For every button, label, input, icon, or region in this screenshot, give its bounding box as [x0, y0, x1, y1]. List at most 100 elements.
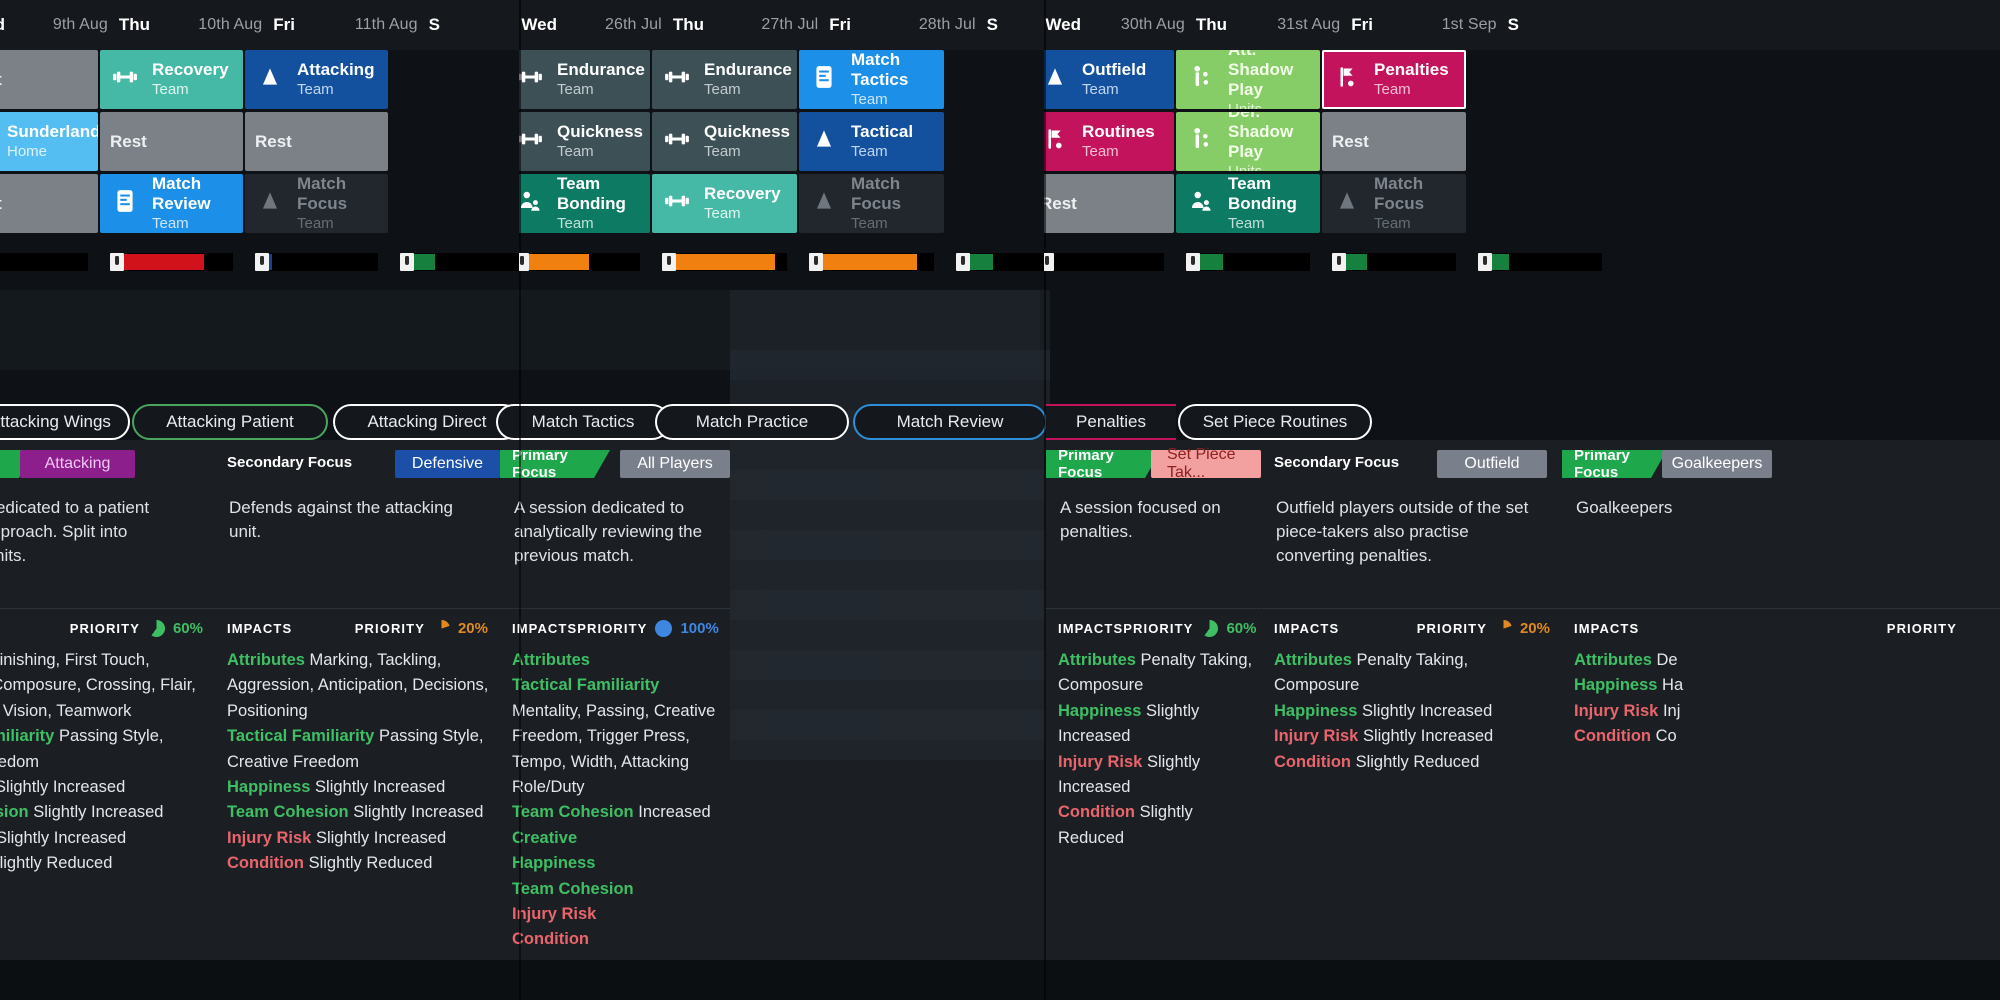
session-tile[interactable]: Attacking Team [245, 50, 388, 109]
session-tile[interactable]: Def. Shadow PlayUnits [1176, 112, 1320, 171]
cone-icon [816, 192, 832, 209]
session-tile[interactable]: Recovery Team [652, 174, 797, 233]
session-title: Rest [1044, 193, 1077, 213]
intensity-knob[interactable] [1186, 253, 1200, 271]
session-tile[interactable]: Match Focus Team [799, 174, 944, 233]
impact-key: Tactical Familiarity [227, 727, 375, 746]
session-tile[interactable]: Routines Team [1044, 112, 1174, 171]
session-tile[interactable]: Tactical Team [799, 112, 944, 171]
session-tab-match-tactics[interactable]: Match Tactics [496, 404, 670, 440]
intensity-knob[interactable] [809, 253, 823, 271]
intensity-slider[interactable] [400, 253, 520, 271]
intensity-slider[interactable] [0, 253, 88, 271]
session-tile[interactable]: Match Review Team [100, 174, 243, 233]
session-tab-match-review[interactable]: Match Review [853, 404, 1047, 440]
intensity-slider[interactable] [662, 253, 787, 271]
session-tile[interactable]: Match Focus Team [1322, 174, 1466, 233]
session-title: Penalties [1374, 59, 1449, 79]
impact-line: Injury Risk Inj [1574, 699, 1994, 724]
session-tile[interactable]: Rest [1044, 174, 1174, 233]
session-tile[interactable]: Match Tactics Team [799, 50, 944, 109]
intensity-fill [1199, 254, 1223, 270]
priority-label: PRIORITY [1416, 621, 1487, 636]
session-tile[interactable]: Outfield Team [1044, 50, 1174, 109]
impact-line: Team Cohesion [512, 877, 722, 902]
card-description: Goalkeepers [1576, 498, 1673, 517]
intensity-slider[interactable] [255, 253, 378, 271]
session-tile[interactable]: Rest [1322, 112, 1466, 171]
priority-pie-icon [1201, 620, 1219, 637]
intensity-knob[interactable] [1044, 253, 1054, 271]
impact-key: Condition [1274, 752, 1351, 771]
session-title: Match Focus [851, 174, 902, 213]
intensity-slider[interactable] [110, 253, 233, 271]
intensity-slider[interactable] [1044, 253, 1164, 271]
priority-pie-icon [432, 620, 450, 637]
session-tile[interactable]: Endurance Team [519, 50, 650, 109]
session-tile[interactable]: Rest [0, 174, 98, 233]
session-scope: Units [1228, 100, 1310, 109]
session-tile[interactable]: Quickness Team [652, 112, 797, 171]
intensity-slider[interactable] [1186, 253, 1310, 271]
focus-chip[interactable]: Defensive [395, 450, 500, 478]
session-tile[interactable]: Team Bonding Team [1176, 174, 1320, 233]
session-tile[interactable]: Rest [100, 112, 243, 171]
session-tab-attacking-direct[interactable]: Attacking Direct [333, 404, 521, 440]
date-header-cell: 9th Aug Thu [5, 0, 150, 50]
session-tab-attacking-patient[interactable]: Attacking Patient [132, 404, 328, 440]
focus-chip[interactable]: All Players [620, 450, 730, 478]
session-title: Endurance [704, 59, 792, 79]
session-tab-set-piece-routines[interactable]: Set Piece Routines [1178, 404, 1372, 440]
session-title: Rest [255, 131, 292, 151]
focus-chip[interactable]: Set Piece Tak... [1151, 446, 1261, 481]
intensity-knob[interactable] [400, 253, 414, 271]
bonding-icon [519, 188, 545, 219]
focus-chip[interactable]: Outfield [1437, 450, 1547, 478]
impact-key: Tactical Familiarity [0, 727, 55, 746]
intensity-knob[interactable] [110, 253, 124, 271]
session-tile[interactable]: Penalties Team [1322, 50, 1466, 109]
impact-line: Team Cohesion Increased [512, 800, 722, 825]
priority-group: PRIORITY 20% [355, 620, 488, 637]
impact-line: Attributes [512, 648, 722, 673]
session-tile[interactable]: Endurance Team [652, 50, 797, 109]
dumbbell-icon [519, 133, 542, 145]
intensity-slider[interactable] [809, 253, 934, 271]
session-grid: Attacking OverlapUnitsRestRecoveryTeamAt… [0, 50, 520, 250]
intensity-knob[interactable] [1332, 253, 1346, 271]
session-title: Routines [1082, 121, 1155, 141]
card-divider [1046, 608, 1261, 609]
card-divider [1562, 608, 2000, 609]
intensity-knob[interactable] [956, 253, 970, 271]
focus-chip[interactable]: Attacking [20, 450, 135, 478]
intensity-knob[interactable] [519, 253, 529, 271]
session-tile[interactable]: Att. Shadow PlayUnits [1176, 50, 1320, 109]
intensity-slider[interactable] [1332, 253, 1456, 271]
impact-line: Happiness Slightly Increased [1058, 699, 1253, 750]
intensity-slider[interactable] [956, 253, 1046, 271]
session-tile[interactable]: Quickness Team [519, 112, 650, 171]
session-tile[interactable]: Sunderland Home [0, 112, 98, 171]
session-tab-match-practice[interactable]: Match Practice [655, 404, 849, 440]
session-tile[interactable]: Team Bonding Team [519, 174, 650, 233]
shadowplay-icon [1186, 64, 1216, 95]
session-tab-penalties[interactable]: Penalties [1046, 404, 1176, 440]
session-text: Rest [0, 70, 88, 90]
intensity-slider[interactable] [1478, 253, 1602, 271]
intensity-slider[interactable] [519, 253, 640, 271]
impacts-label: IMPACTS [512, 621, 578, 636]
session-tile[interactable]: Rest [245, 112, 388, 171]
impact-value: Slightly Increased [0, 828, 127, 847]
session-tile[interactable]: Recovery Team [100, 50, 243, 109]
session-text: Team Bonding Team [557, 174, 640, 233]
intensity-knob[interactable] [1478, 253, 1492, 271]
intensity-knob[interactable] [255, 253, 269, 271]
shadowplay-icon [1186, 126, 1216, 157]
intensity-knob[interactable] [662, 253, 676, 271]
session-tile[interactable]: Match Focus Team [245, 174, 388, 233]
session-tab-attacking-wings[interactable]: Attacking Wings [0, 404, 130, 440]
setpiece-icon [1332, 64, 1362, 95]
session-tile[interactable]: Rest [0, 50, 98, 109]
weekday-label: Wed [521, 15, 557, 34]
focus-chip[interactable]: Goalkeepers [1662, 450, 1772, 478]
